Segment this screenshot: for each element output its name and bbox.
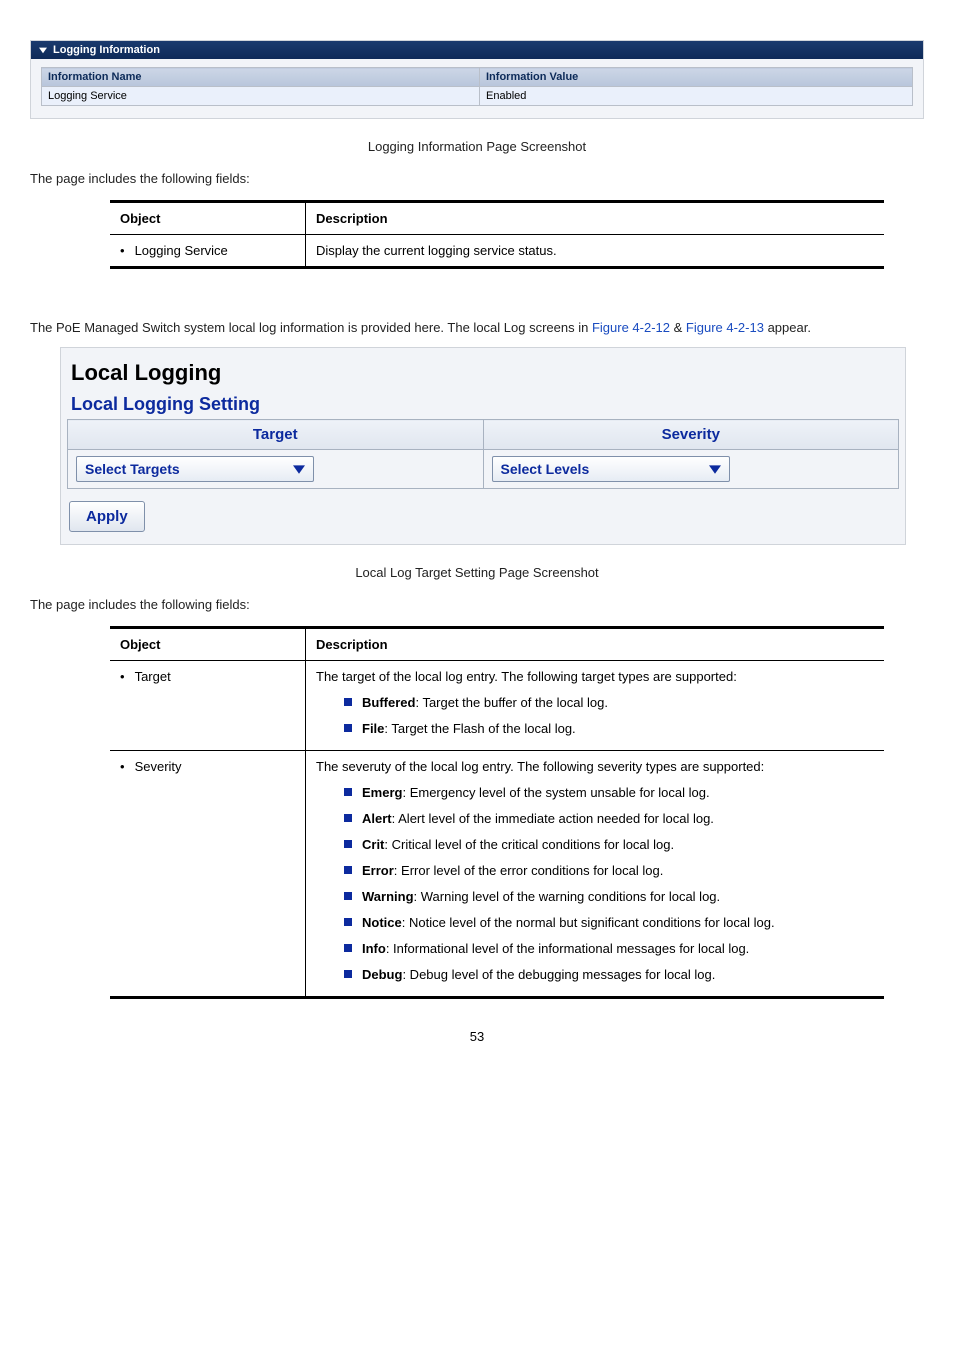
chevron-down-icon: [709, 463, 721, 475]
caret-down-icon: [39, 46, 47, 54]
page-number: 53: [30, 1029, 924, 1044]
t2-target-obj: Target: [110, 661, 306, 751]
t1-head-object: Object: [110, 202, 306, 235]
info-row-value: Enabled: [480, 87, 913, 106]
ll-cell-severity: Select Levels: [483, 450, 899, 489]
ll-col-target: Target: [68, 420, 484, 450]
local-logging-table: Target Severity Select Targets Select Le…: [67, 419, 899, 489]
local-logging-heading: Local Logging: [71, 360, 895, 386]
ll-cell-target: Select Targets: [68, 450, 484, 489]
list-item: Info: Informational level of the informa…: [344, 936, 874, 962]
select-targets-dropdown[interactable]: Select Targets: [76, 456, 314, 482]
select-levels-label: Select Levels: [501, 461, 590, 477]
logging-info-panel: Logging Information Information Name Inf…: [30, 40, 924, 119]
t1-desc-cell: Display the current logging service stat…: [306, 235, 885, 268]
link-fig-4-2-13[interactable]: Figure 4-2-13: [686, 320, 764, 335]
select-levels-dropdown[interactable]: Select Levels: [492, 456, 730, 482]
list-item: Notice: Notice level of the normal but s…: [344, 910, 874, 936]
list-item: Crit: Critical level of the critical con…: [344, 832, 874, 858]
list-item: Error: Error level of the error conditio…: [344, 858, 874, 884]
lead-text-2: The page includes the following fields:: [30, 592, 924, 618]
list-item: File: Target the Flash of the local log.: [344, 716, 874, 742]
ll-col-severity: Severity: [483, 420, 899, 450]
info-row: Logging Service Enabled: [42, 87, 913, 106]
local-log-intro: The PoE Managed Switch system local log …: [30, 315, 924, 341]
t1-obj-label: Logging Service: [120, 243, 228, 258]
fields-table-1: Object Description Logging Service Displ…: [110, 200, 884, 269]
list-item: Buffered: Target the buffer of the local…: [344, 690, 874, 716]
list-item: Warning: Warning level of the warning co…: [344, 884, 874, 910]
apply-button[interactable]: Apply: [69, 501, 145, 532]
fields-table-2: Object Description Target The target of …: [110, 626, 884, 999]
severity-type-list: Emerg: Emergency level of the system uns…: [316, 780, 874, 988]
t2-target-desc: The target of the local log entry. The f…: [306, 661, 885, 751]
t2-head-desc: Description: [306, 628, 885, 661]
t2-severity-desc: The severuty of the local log entry. The…: [306, 751, 885, 998]
caption-local-log: Local Log Target Setting Page Screenshot: [30, 565, 924, 580]
col-info-name: Information Name: [42, 68, 480, 87]
lead-text-1: The page includes the following fields:: [30, 166, 924, 192]
list-item: Emerg: Emergency level of the system uns…: [344, 780, 874, 806]
list-item: Alert: Alert level of the immediate acti…: [344, 806, 874, 832]
list-item: Debug: Debug level of the debugging mess…: [344, 962, 874, 988]
logging-info-title: Logging Information: [53, 44, 160, 56]
logging-info-titlebar[interactable]: Logging Information: [31, 41, 923, 59]
t2-head-object: Object: [110, 628, 306, 661]
local-logging-panel: Local Logging Local Logging Setting Targ…: [60, 347, 906, 545]
target-type-list: Buffered: Target the buffer of the local…: [316, 690, 874, 742]
select-targets-label: Select Targets: [85, 461, 180, 477]
t2-severity-label: Severity: [120, 759, 182, 774]
t2-severity-obj: Severity: [110, 751, 306, 998]
logging-info-table: Information Name Information Value Loggi…: [41, 67, 913, 106]
info-row-name: Logging Service: [42, 87, 480, 106]
local-logging-subheading: Local Logging Setting: [71, 394, 895, 415]
caption-logging-info: Logging Information Page Screenshot: [30, 139, 924, 154]
chevron-down-icon: [293, 463, 305, 475]
col-info-value: Information Value: [480, 68, 913, 87]
t1-head-desc: Description: [306, 202, 885, 235]
t2-target-label: Target: [120, 669, 171, 684]
link-fig-4-2-12[interactable]: Figure 4-2-12: [592, 320, 670, 335]
t1-obj-cell: Logging Service: [110, 235, 306, 268]
